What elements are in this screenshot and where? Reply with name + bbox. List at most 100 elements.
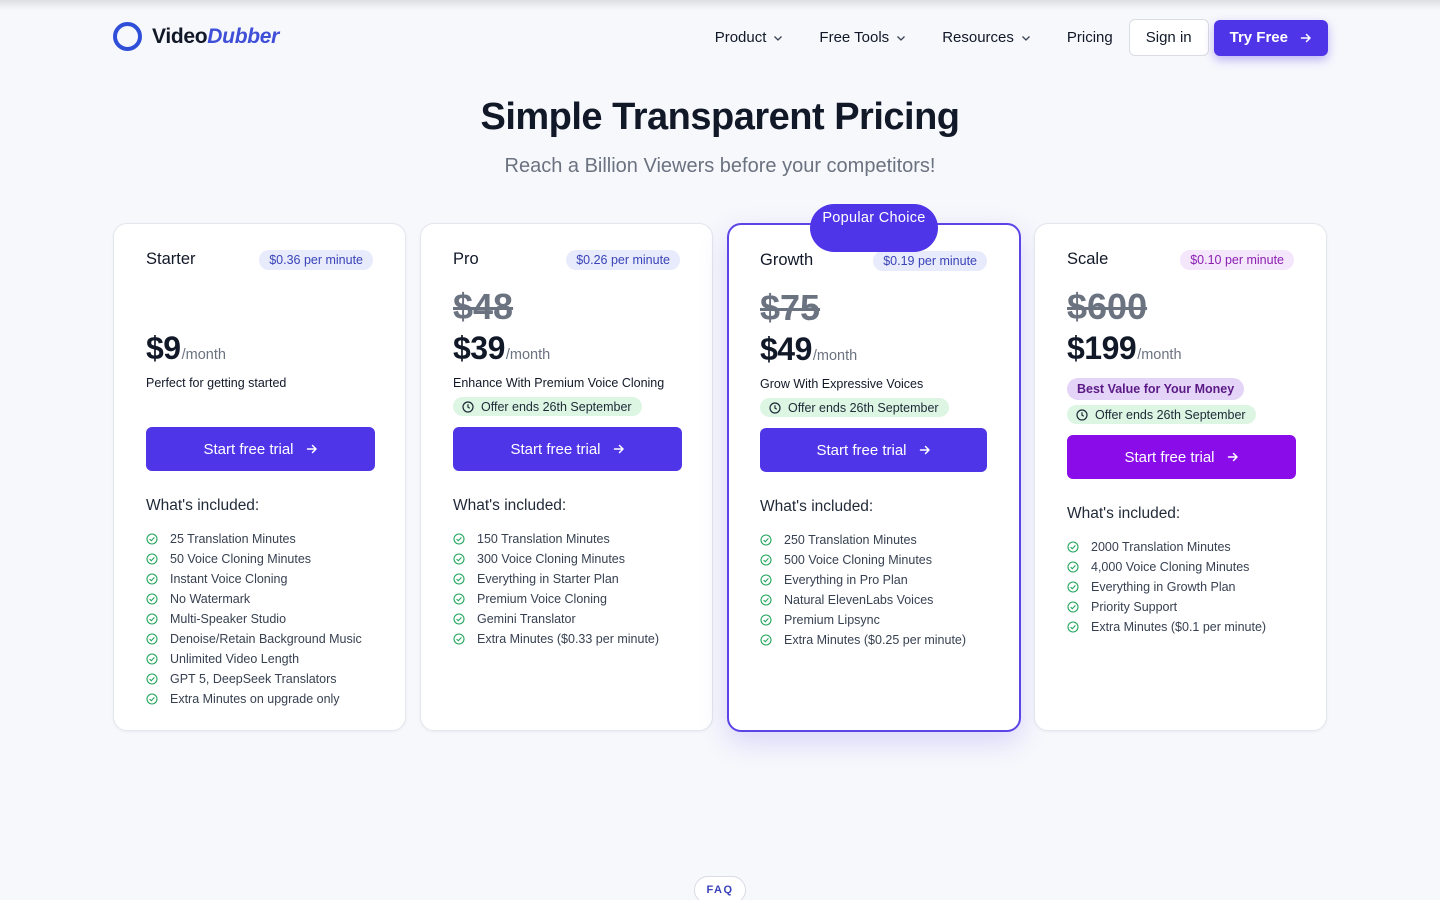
check-circle-icon (760, 594, 772, 606)
start-free-trial-button[interactable]: Start free trial (146, 427, 375, 471)
check-circle-icon (1067, 621, 1079, 633)
feature-list: 2000 Translation Minutes 4,000 Voice Clo… (1067, 537, 1266, 637)
start-free-trial-button[interactable]: Start free trial (760, 428, 987, 472)
try-free-button[interactable]: Try Free (1213, 19, 1328, 56)
feature-text: Extra Minutes ($0.1 per minute) (1091, 620, 1267, 634)
feature-item: 150 Translation Minutes (453, 529, 659, 549)
nav-product[interactable]: Product (715, 20, 784, 56)
whats-included-heading: What's included: (453, 497, 567, 514)
arrow-right-icon (613, 444, 624, 454)
original-price: $48 (453, 286, 514, 327)
plan-name: Growth (760, 251, 814, 269)
arrow-right-icon (919, 445, 930, 455)
check-circle-icon (760, 574, 772, 586)
plan-tagline: Perfect for getting started (146, 376, 287, 390)
logo[interactable]: VideoDubber (113, 22, 279, 51)
feature-item: 25 Translation Minutes (146, 529, 362, 549)
start-free-trial-button[interactable]: Start free trial (453, 427, 682, 471)
offer-badge: Offer ends 26th September (760, 398, 949, 417)
arrow-right-icon (1227, 452, 1238, 462)
feature-text: Extra Minutes ($0.25 per minute) (784, 633, 967, 647)
best-value-badge: Best Value for Your Money (1067, 378, 1245, 400)
check-circle-icon (453, 613, 465, 625)
plan-name: Scale (1067, 250, 1109, 268)
feature-text: 500 Voice Cloning Minutes (784, 553, 933, 567)
feature-text: Gemini Translator (477, 612, 576, 626)
faq-label: FAQ (694, 876, 746, 900)
price-amount: $199 (1067, 330, 1137, 366)
feature-text: Natural ElevenLabs Voices (784, 593, 934, 607)
feature-item: 300 Voice Cloning Minutes (453, 549, 659, 569)
main-nav: Product Free Tools Resources Pricing Sig… (715, 19, 1328, 56)
check-circle-icon (1067, 541, 1079, 553)
feature-item: Natural ElevenLabs Voices (760, 590, 966, 610)
feature-text: 250 Translation Minutes (784, 533, 917, 547)
feature-item: Gemini Translator (453, 609, 659, 629)
feature-text: 300 Voice Cloning Minutes (477, 552, 626, 566)
nav-pricing-label: Pricing (1066, 29, 1113, 46)
clock-icon (462, 400, 474, 413)
start-free-trial-button[interactable]: Start free trial (1067, 435, 1296, 479)
chevron-down-icon (897, 35, 906, 41)
whats-included-heading: What's included: (1067, 505, 1181, 522)
feature-item: Everything in Pro Plan (760, 570, 966, 590)
logo-text-dubber: Dubber (207, 24, 279, 48)
feature-list: 150 Translation Minutes 300 Voice Clonin… (453, 529, 659, 649)
plan-card-pro: Pro $0.26 per minute $48 $39 /month Enha… (420, 223, 713, 731)
logo-ring-icon (113, 22, 142, 51)
check-circle-icon (146, 693, 158, 705)
feature-item: Everything in Growth Plan (1067, 577, 1266, 597)
try-free-label: Try Free (1229, 29, 1288, 46)
feature-text: Premium Voice Cloning (477, 592, 607, 606)
plan-card-growth: Growth $0.19 per minute $75 $49 /month G… (727, 223, 1021, 732)
price-period: /month (181, 347, 226, 363)
page-subtitle: Reach a Billion Viewers before your comp… (504, 155, 936, 177)
check-circle-icon (1067, 581, 1079, 593)
feature-text: Extra Minutes on upgrade only (170, 692, 340, 706)
feature-item: 50 Voice Cloning Minutes (146, 549, 362, 569)
feature-list: 250 Translation Minutes 500 Voice Clonin… (760, 530, 966, 650)
cta-label: Start free trial (816, 441, 907, 459)
check-circle-icon (760, 554, 772, 566)
feature-text: Priority Support (1091, 600, 1178, 614)
feature-item: Unlimited Video Length (146, 649, 362, 669)
offer-text: Offer ends 26th September (788, 400, 939, 415)
price-amount: $49 (760, 331, 812, 367)
original-price: $600 (1067, 286, 1148, 327)
arrow-right-icon (1300, 33, 1311, 42)
check-circle-icon (146, 593, 158, 605)
feature-text: Multi-Speaker Studio (170, 612, 287, 626)
feature-text: Premium Lipsync (784, 613, 880, 627)
offer-text: Offer ends 26th September (1095, 407, 1246, 422)
plan-tagline: Grow With Expressive Voices (760, 377, 924, 391)
sign-in-button[interactable]: Sign in (1128, 19, 1209, 56)
feature-item: 2000 Translation Minutes (1067, 537, 1266, 557)
chevron-down-icon (774, 35, 783, 41)
feature-item: Extra Minutes ($0.33 per minute) (453, 629, 659, 649)
nav-resources[interactable]: Resources (942, 20, 1031, 56)
feature-item: 4,000 Voice Cloning Minutes (1067, 557, 1266, 577)
check-circle-icon (146, 533, 158, 545)
plan-tagline: Enhance With Premium Voice Cloning (453, 376, 665, 390)
feature-item: Extra Minutes ($0.1 per minute) (1067, 617, 1266, 637)
popular-choice-badge: Popular Choice (810, 204, 938, 252)
feature-text: Denoise/Retain Background Music (170, 632, 362, 646)
feature-item: Instant Voice Cloning (146, 569, 362, 589)
arrow-right-icon (306, 444, 317, 454)
check-circle-icon (760, 614, 772, 626)
check-circle-icon (453, 573, 465, 585)
chevron-down-icon (1021, 35, 1030, 41)
check-circle-icon (453, 633, 465, 645)
per-minute-badge: $0.10 per minute (1180, 250, 1294, 270)
feature-text: GPT 5, DeepSeek Translators (170, 672, 337, 686)
logo-text-video: Video (152, 24, 208, 48)
price-amount: $9 (146, 330, 181, 366)
feature-item: Premium Voice Cloning (453, 589, 659, 609)
check-circle-icon (146, 553, 158, 565)
check-circle-icon (146, 633, 158, 645)
feature-item: Denoise/Retain Background Music (146, 629, 362, 649)
feature-text: 4,000 Voice Cloning Minutes (1091, 560, 1250, 574)
nav-pricing[interactable]: Pricing (1067, 20, 1113, 56)
nav-free-tools[interactable]: Free Tools (819, 20, 906, 56)
plan-price: $49 /month (760, 331, 857, 368)
